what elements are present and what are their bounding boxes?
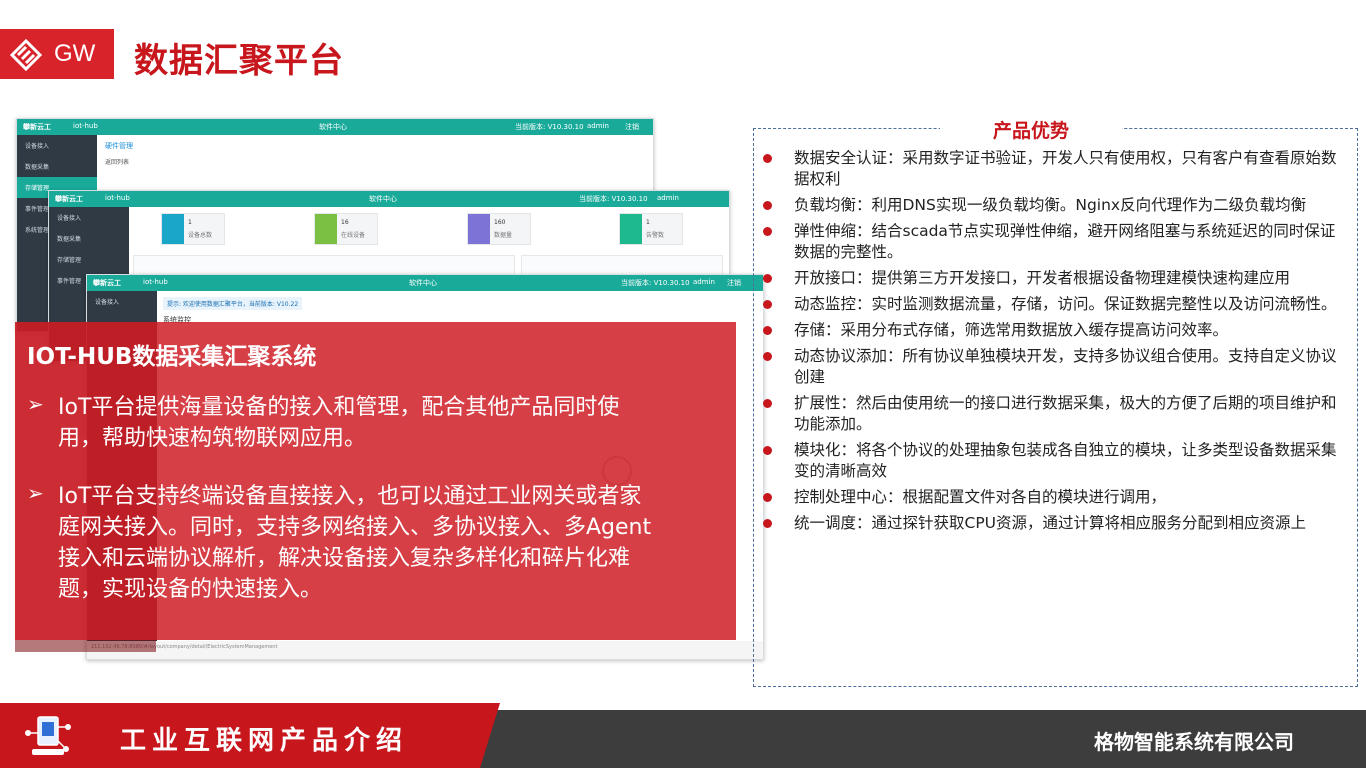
list-item-text: 模块化：将各个协议的处理抽象包装成各自独立的模块，让多类型设备数据采集变的清晰高… xyxy=(794,441,1337,480)
logo-text: GW xyxy=(54,40,96,67)
sidebar-item[interactable]: 数据采集 xyxy=(49,228,129,249)
stat-card-value: 16 xyxy=(341,219,349,226)
app-logout[interactable]: 注销 xyxy=(625,122,639,132)
stat-card-label: 设备总数 xyxy=(188,232,213,239)
list-item: 数据安全认证：采用数字证书验证，开发人只有使用权，只有客户有查看原始数据权利 xyxy=(763,148,1343,190)
app-topbar: 攀新云工 iot-hub 软件中心 当前版本: V10.30.10 admin xyxy=(49,191,729,207)
company-name: 格物智能系统有限公司 xyxy=(1094,730,1294,754)
app-version: 当前版本: V10.30.10 xyxy=(579,195,648,203)
network-device-icon xyxy=(25,716,71,755)
app-brand: 攀新云工 xyxy=(23,123,51,131)
status-url: 211.152.46.78:8080/#/layout/company/deta… xyxy=(87,641,763,659)
list-item-text: 存储：采用分布式存储，筛选常用数据放入缓存提高访问效率。 xyxy=(794,321,1229,339)
online-icon xyxy=(315,214,337,244)
notice-bar: 提示: 欢迎使用数据汇聚平台，当前版本: V10.22 xyxy=(163,297,303,310)
app-brand: 攀新云工 xyxy=(93,279,121,287)
page-title: 数据汇聚平台 xyxy=(134,41,344,81)
bullet-dot-icon xyxy=(763,493,772,502)
app-center-title: 软件中心 xyxy=(319,123,347,131)
app-user[interactable]: admin xyxy=(693,278,715,286)
stat-card-label: 数据量 xyxy=(494,232,513,239)
sidebar-item[interactable]: 数据采集 xyxy=(17,156,97,177)
bullet-dot-icon xyxy=(763,300,772,309)
bullet-dot-icon xyxy=(763,399,772,408)
list-item-text: 弹性伸缩：结合scada节点实现弹性伸缩，避开网络阻塞与系统延迟的同时保证数据的… xyxy=(794,222,1336,261)
bullet-dot-icon xyxy=(763,227,772,236)
overlay-title: IOT-HUB数据采集汇聚系统 xyxy=(27,344,317,370)
list-item: 控制处理中心：根据配置文件对各自的模块进行调用， xyxy=(763,487,1343,508)
device-icon xyxy=(162,214,184,244)
app-center-title: 软件中心 xyxy=(409,279,437,287)
list-item-text: 负载均衡：利用DNS实现一级负载均衡。Nginx反向代理作为二级负载均衡 xyxy=(794,196,1307,214)
bullet-dot-icon xyxy=(763,326,772,335)
list-item-text: 开放接口：提供第三方开发接口，开发者根据设备物理建模快速构建应用 xyxy=(794,269,1291,287)
stat-card: 16 在线设备 xyxy=(314,213,378,245)
footer-title: 工业互联网产品介绍 xyxy=(120,726,409,756)
stat-card: 1 告警数 xyxy=(619,213,683,245)
logo-diamond-icon xyxy=(9,38,43,72)
app-logout[interactable]: 注销 xyxy=(727,278,741,288)
list-item: 弹性伸缩：结合scada节点实现弹性伸缩，避开网络阻塞与系统延迟的同时保证数据的… xyxy=(763,221,1343,263)
stat-card-label: 在线设备 xyxy=(341,232,366,239)
app-version: 当前版本: V10.30.10 xyxy=(621,279,690,287)
list-item: 扩展性：然后由使用统一的接口进行数据采集，极大的方便了后期的项目维护和功能添加。 xyxy=(763,393,1343,435)
app-name: iot-hub xyxy=(105,194,130,202)
bullet-dot-icon xyxy=(763,201,772,210)
sidebar-item[interactable]: 设备接入 xyxy=(17,135,97,156)
list-item-text: 动态监控：实时监测数据流量，存储，访问。保证数据完整性以及访问流畅性。 xyxy=(794,295,1337,313)
list-item-text: 数据安全认证：采用数字证书验证，开发人只有使用权，只有客户有查看原始数据权利 xyxy=(794,149,1337,188)
bullet-dot-icon xyxy=(763,274,772,283)
list-item: 负载均衡：利用DNS实现一级负载均衡。Nginx反向代理作为二级负载均衡 xyxy=(763,195,1343,216)
overlay-bullet-1: IoT平台提供海量设备的接入和管理，配合其他产品同时使用，帮助快速构筑物联网应用… xyxy=(58,395,620,451)
stat-card-label: 告警数 xyxy=(646,232,665,239)
stat-card: 160 数据量 xyxy=(467,213,531,245)
sidebar-item[interactable]: 设备接入 xyxy=(49,207,129,228)
app-name: iot-hub xyxy=(73,122,98,130)
bullet-dot-icon xyxy=(763,519,772,528)
bullet-dot-icon xyxy=(763,352,772,361)
back-link[interactable]: 返回列表 xyxy=(105,157,129,166)
list-item: 统一调度：通过探针获取CPU资源，通过计算将相应服务分配到相应资源上 xyxy=(763,513,1343,534)
app-version: 当前版本: V10.30.10 xyxy=(515,123,584,131)
app-topbar: 攀新云工 iot-hub 软件中心 当前版本: V10.30.10 admin … xyxy=(87,275,763,291)
arrow-bullet-icon: ➢ xyxy=(27,392,44,416)
app-brand: 攀新云工 xyxy=(55,195,83,203)
advantages-title: 产品优势 xyxy=(992,120,1069,142)
app-center-title: 软件中心 xyxy=(369,195,397,203)
app-user[interactable]: admin xyxy=(587,122,609,130)
bullet-dot-icon xyxy=(763,154,772,163)
app-user[interactable]: admin xyxy=(657,194,679,202)
list-item: 开放接口：提供第三方开发接口，开发者根据设备物理建模快速构建应用 xyxy=(763,268,1343,289)
arrow-bullet-icon: ➢ xyxy=(27,481,44,505)
list-item: 动态协议添加：所有协议单独模块开发，支持多协议组合使用。支持自定义协议创建 xyxy=(763,346,1343,388)
list-item-text: 统一调度：通过探针获取CPU资源，通过计算将相应服务分配到相应资源上 xyxy=(794,514,1307,532)
app-name: iot-hub xyxy=(143,278,168,286)
list-item-text: 动态协议添加：所有协议单独模块开发，支持多协议组合使用。支持自定义协议创建 xyxy=(794,347,1337,386)
list-item: 存储：采用分布式存储，筛选常用数据放入缓存提高访问效率。 xyxy=(763,320,1343,341)
app-page-title: 硬件管理 xyxy=(105,142,133,150)
advantages-list: 数据安全认证：采用数字证书验证，开发人只有使用权，只有客户有查看原始数据权利 负… xyxy=(763,148,1343,539)
stat-card-value: 1 xyxy=(646,219,650,226)
list-item-text: 扩展性：然后由使用统一的接口进行数据采集，极大的方便了后期的项目维护和功能添加。 xyxy=(794,394,1337,433)
sidebar-item[interactable]: 存储管理 xyxy=(49,249,129,270)
stat-card-value: 160 xyxy=(494,219,506,226)
list-item-text: 控制处理中心：根据配置文件对各自的模块进行调用， xyxy=(794,488,1167,506)
bullet-dot-icon xyxy=(763,446,772,455)
list-item: 模块化：将各个协议的处理抽象包装成各自独立的模块，让多类型设备数据采集变的清晰高… xyxy=(763,440,1343,482)
overlay-bullet-2: IoT平台支持终端设备直接接入，也可以通过工业网关或者家庭网关接入。同时，支持多… xyxy=(58,484,652,602)
stat-card-value: 1 xyxy=(188,219,192,226)
alarm-icon xyxy=(620,214,642,244)
stat-card: 1 设备总数 xyxy=(161,213,225,245)
sidebar-item[interactable]: 设备接入 xyxy=(87,291,167,312)
app-topbar: 攀新云工 iot-hub 软件中心 当前版本: V10.30.10 admin … xyxy=(17,119,653,135)
list-item: 动态监控：实时监测数据流量，存储，访问。保证数据完整性以及访问流畅性。 xyxy=(763,294,1343,315)
data-icon xyxy=(468,214,490,244)
